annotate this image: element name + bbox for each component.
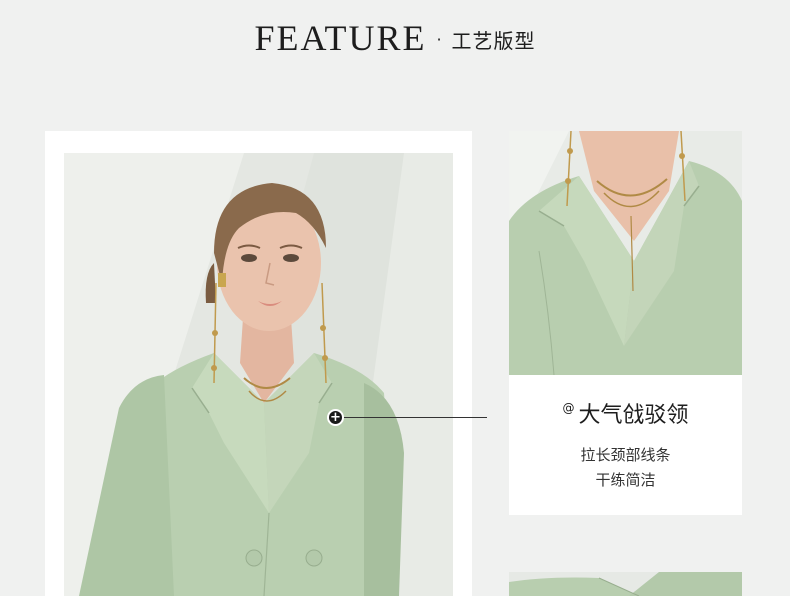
feature-description: 拉长颈部线条 干练简洁 — [509, 443, 742, 493]
callout-line — [343, 417, 487, 418]
at-symbol: @ — [562, 401, 575, 415]
page-header: FEATURE · 工艺版型 — [0, 16, 790, 60]
collar-detail-photo — [509, 131, 742, 375]
model-photo-main — [64, 153, 453, 596]
main-photo-card — [45, 131, 472, 596]
header-separator: · — [436, 30, 442, 49]
model-illustration-main — [64, 153, 453, 596]
next-detail-illustration — [509, 572, 742, 596]
feature-desc-line2: 干练简洁 — [595, 471, 656, 489]
feature-card: @ 大气戗驳领 拉长颈部线条 干练简洁 — [509, 375, 742, 515]
header-title-en: FEATURE — [254, 18, 427, 58]
feature-title-text: 大气戗驳领 — [578, 403, 689, 428]
feature-title: @ 大气戗驳领 — [509, 397, 742, 429]
header-title-cn: 工艺版型 — [451, 28, 536, 53]
next-detail-photo — [509, 572, 742, 596]
plus-icon[interactable]: + — [327, 409, 344, 426]
feature-desc-line1: 拉长颈部线条 — [580, 446, 671, 464]
collar-detail-illustration — [509, 131, 742, 375]
